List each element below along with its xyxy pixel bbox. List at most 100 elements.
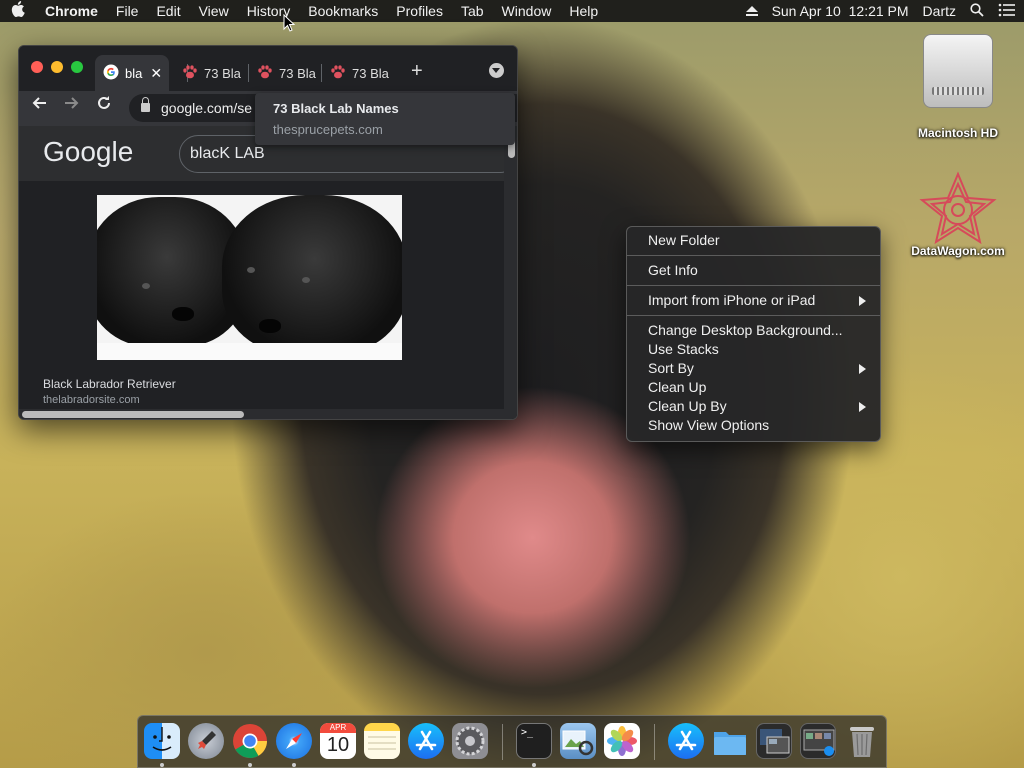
menu-item-use-stacks[interactable]: Use Stacks xyxy=(627,340,880,359)
chrome-icon[interactable] xyxy=(232,723,268,759)
image-source[interactable]: thelabradorsite.com xyxy=(43,394,140,406)
calendar-icon[interactable]: APR 10 xyxy=(320,723,356,759)
google-icon xyxy=(103,64,119,83)
menu-item-new-folder[interactable]: New Folder xyxy=(627,231,880,250)
dock-divider xyxy=(502,724,503,760)
reload-icon[interactable] xyxy=(96,95,112,116)
paw-icon xyxy=(182,64,198,83)
screenshots-stack-icon[interactable] xyxy=(756,723,792,759)
horizontal-scrollbar[interactable] xyxy=(19,409,517,419)
spotlight-search-icon[interactable] xyxy=(970,2,984,20)
eject-icon[interactable] xyxy=(745,6,758,16)
app-store-icon[interactable] xyxy=(408,723,444,759)
vertical-scrollbar[interactable] xyxy=(504,126,517,409)
menu-item-get-info[interactable]: Get Info xyxy=(627,261,880,280)
desktop-icon-label: Macintosh HD xyxy=(917,126,998,140)
menu-item-change-desktop-background[interactable]: Change Desktop Background... xyxy=(627,321,880,340)
system-preferences-icon[interactable] xyxy=(452,723,488,759)
hover-card-domain: thesprucepets.com xyxy=(273,122,383,137)
terminal-icon[interactable]: >_ xyxy=(516,723,552,759)
forward-arrow-icon[interactable] xyxy=(64,95,80,116)
preview-icon[interactable] xyxy=(560,723,596,759)
minimize-window-button[interactable] xyxy=(51,61,63,73)
address-bar-url: google.com/se xyxy=(161,100,253,116)
running-indicator xyxy=(160,763,164,767)
tab-search-button[interactable] xyxy=(489,63,504,78)
apple-menu-icon[interactable] xyxy=(0,1,36,21)
tab-black-lab-names-2[interactable]: 73 Bla xyxy=(249,55,319,91)
tab-close-icon[interactable]: ✕ xyxy=(150,65,162,82)
search-query: blacK LAB xyxy=(190,145,265,162)
running-indicator xyxy=(292,763,296,767)
menu-view[interactable]: View xyxy=(190,0,238,22)
dock: APR 10 >_ xyxy=(137,715,887,768)
image-preview-pane: Black Labrador Retriever thelabradorsite… xyxy=(19,181,504,409)
tab-title: 73 Bla xyxy=(279,65,316,81)
app-store-downloads-icon[interactable] xyxy=(668,723,704,759)
launchpad-icon[interactable] xyxy=(188,723,224,759)
desktop-icon-label: DataWagon.com xyxy=(911,244,1005,258)
tab-google-search[interactable]: bla ✕ xyxy=(95,55,169,91)
mouse-cursor-icon xyxy=(283,13,296,37)
menu-separator xyxy=(627,255,880,256)
tab-black-lab-names[interactable]: 73 Bla xyxy=(174,55,254,91)
back-arrow-icon[interactable] xyxy=(31,95,47,116)
scrollbar-thumb[interactable] xyxy=(22,411,244,418)
menu-item-show-view-options[interactable]: Show View Options xyxy=(627,416,880,435)
folder-icon[interactable] xyxy=(712,723,748,759)
menu-item-sort-by[interactable]: Sort By xyxy=(627,359,880,378)
menu-item-import-from-iphone[interactable]: Import from iPhone or iPad xyxy=(627,291,880,310)
notes-icon[interactable] xyxy=(364,723,400,759)
hover-card-title: 73 Black Lab Names xyxy=(273,101,399,116)
tab-strip: bla ✕ 73 Bla 73 Bla 73 Bla + xyxy=(19,46,517,91)
lock-icon xyxy=(141,97,150,112)
menu-file[interactable]: File xyxy=(107,0,148,22)
menu-profiles[interactable]: Profiles xyxy=(387,0,452,22)
menu-bar: Chrome File Edit View History Bookmarks … xyxy=(0,0,1024,22)
zoom-window-button[interactable] xyxy=(71,61,83,73)
puppies-image[interactable] xyxy=(97,195,402,360)
desktop-context-menu: New Folder Get Info Import from iPhone o… xyxy=(626,226,881,442)
desktop-icon-datawagon[interactable]: DataWagon.com xyxy=(903,170,1013,258)
submenu-arrow-icon xyxy=(859,296,866,306)
hard-drive-icon xyxy=(923,34,993,108)
notification-center-icon[interactable] xyxy=(998,3,1016,20)
tab-title: bla xyxy=(125,65,143,81)
running-indicator xyxy=(532,763,536,767)
menu-help[interactable]: Help xyxy=(560,0,607,22)
photos-icon[interactable] xyxy=(604,723,640,759)
datawagon-logo-icon xyxy=(918,170,998,250)
close-window-button[interactable] xyxy=(31,61,43,73)
trash-icon[interactable] xyxy=(844,723,880,759)
desktop-icon-macintosh-hd[interactable]: Macintosh HD xyxy=(903,34,1013,140)
screenshots-stack-2-icon[interactable] xyxy=(800,723,836,759)
menu-tab[interactable]: Tab xyxy=(452,0,493,22)
safari-icon[interactable] xyxy=(276,723,312,759)
menu-clock[interactable]: Sun Apr 10 12:21 PM xyxy=(772,3,909,19)
dock-divider xyxy=(654,724,655,760)
google-logo[interactable]: Google xyxy=(43,136,133,168)
tab-title: 73 Bla xyxy=(204,65,241,81)
menu-edit[interactable]: Edit xyxy=(147,0,189,22)
tab-hover-card: 73 Black Lab Names thesprucepets.com xyxy=(255,93,515,145)
menu-chrome[interactable]: Chrome xyxy=(36,0,107,22)
menu-item-clean-up[interactable]: Clean Up xyxy=(627,378,880,397)
menu-window[interactable]: Window xyxy=(493,0,561,22)
paw-icon xyxy=(257,64,273,83)
menu-bookmarks[interactable]: Bookmarks xyxy=(299,0,387,22)
new-tab-button[interactable]: + xyxy=(411,60,423,83)
running-indicator xyxy=(248,763,252,767)
finder-icon[interactable] xyxy=(144,723,180,759)
tab-black-lab-names-3[interactable]: 73 Bla xyxy=(322,55,397,91)
status-area: Sun Apr 10 12:21 PM Dartz xyxy=(732,0,1016,22)
image-title[interactable]: Black Labrador Retriever xyxy=(43,377,176,391)
paw-icon xyxy=(330,64,346,83)
submenu-arrow-icon xyxy=(859,402,866,412)
submenu-arrow-icon xyxy=(859,364,866,374)
page-content: Google blacK LAB Black Labrador Retrieve… xyxy=(19,126,517,419)
menu-separator xyxy=(627,285,880,286)
menu-item-clean-up-by[interactable]: Clean Up By xyxy=(627,397,880,416)
tab-title: 73 Bla xyxy=(352,65,389,81)
menu-user[interactable]: Dartz xyxy=(923,3,956,19)
calendar-month: APR xyxy=(320,723,356,733)
